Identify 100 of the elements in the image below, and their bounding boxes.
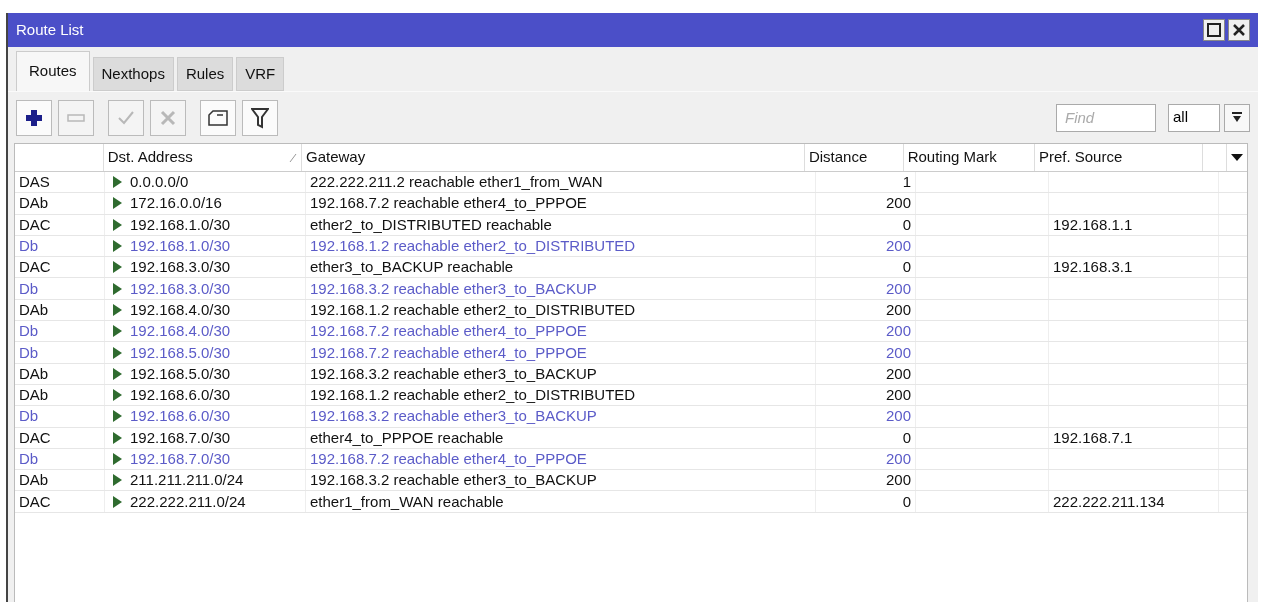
table-cell: 200 [885,193,911,214]
maximize-button[interactable] [1203,19,1225,41]
tab[interactable]: VRF [236,57,285,91]
table-cell: 1 [902,172,911,193]
minus-icon [67,113,85,122]
column-header[interactable]: Distance [804,144,904,171]
tab[interactable]: Rules [176,57,234,91]
expand-icon [113,389,122,402]
route-flags: DAS [19,172,50,193]
route-flags: Db [19,278,39,299]
column-header[interactable]: Routing Mark [903,144,1035,171]
table-row[interactable]: DAC 192.168.1.0/30 ether2_to_DISTRIBUTED reachable 0 192.168.1.1 [15,214,1247,236]
expand-icon [113,453,122,465]
collapse-icon [1231,111,1243,124]
expand-icon [113,240,122,253]
table-cell: 192.168.1.2 reachable ether2_to_DISTRIBUTED [310,299,636,320]
column-header[interactable]: Gateway [302,144,805,171]
maximize-icon [1207,23,1221,37]
plus-icon [25,108,43,127]
table-row[interactable]: DAb 192.168.4.0/30 192.168.1.2 reachable ether2_to_DISTRIBUTED 200 [15,299,1247,322]
table-cell: 0 [902,257,911,278]
table-cell: 192.168.3.2 reachable ether3_to_BACKUP [310,363,597,384]
find-field[interactable]: Find [1056,103,1156,132]
table-row[interactable]: DAb 192.168.5.0/30 192.168.3.2 reachable ether3_to_BACKUP 200 [15,363,1247,385]
table-cell: ether4_to_PPPOE reachable [310,427,504,448]
close-button[interactable] [1228,19,1250,41]
table-cell: 200 [885,321,911,342]
table-cell: 200 [885,406,911,427]
expand-icon [113,218,122,231]
table-cell: 211.211.211.0/24 [130,470,244,491]
table-cell: 192.168.1.0/30 [130,236,231,257]
table-row[interactable]: Db 192.168.5.0/30 192.168.7.2 reachable ether4_to_PPPOE 200 [15,342,1247,364]
table-cell: 200 [885,363,911,384]
toolbar-button[interactable] [242,99,278,136]
sort-icon [289,152,297,163]
table-cell: ether3_to_BACKUP reachable [310,257,514,278]
expand-icon [113,176,122,189]
tab[interactable]: Routes [16,51,90,91]
route-flags: Db [19,342,39,363]
toolbar-button[interactable] [200,99,236,136]
table-row[interactable]: Db 192.168.7.0/30 192.168.7.2 reachable ether4_to_PPPOE 200 [15,448,1247,471]
table-row[interactable]: DAb 211.211.211.0/24 192.168.3.2 reachable ether3_to_BACKUP 200 [15,470,1247,492]
expand-icon [113,431,122,444]
table-row[interactable]: Db 192.168.1.0/30 192.168.1.2 reachable ether2_to_DISTRIBUTED 200 [15,235,1247,258]
table-cell: 192.168.3.2 reachable ether3_to_BACKUP [310,278,597,299]
cross-icon [160,109,176,126]
route-flags: Db [19,449,39,469]
table-cell: 192.168.4.0/30 [130,299,231,320]
table-cell: 192.168.1.1 [1053,214,1133,235]
toolbar-button[interactable] [16,99,52,136]
table-cell: 192.168.3.2 reachable ether3_to_BACKUP [310,406,597,427]
route-flags: DAb [19,470,49,491]
table-cell: ether2_to_DISTRIBUTED reachable [310,214,552,235]
route-flags: DAb [19,363,49,384]
table-cell: 200 [885,470,911,491]
table-cell: 200 [885,299,911,320]
table-cell: 192.168.4.0/30 [130,321,231,342]
route-flags: DAb [19,385,49,406]
route-flags: DAC [19,257,51,278]
expand-icon [113,282,122,295]
table-row[interactable]: DAC 192.168.7.0/30 ether4_to_PPPOE reachable 0 192.168.7.1 [15,427,1247,449]
expand-icon [113,303,122,316]
table-row[interactable]: DAC 222.222.211.0/24 ether1_from_WAN reachable 0 222.222.211.134 [15,491,1247,513]
scope-field[interactable]: all [1168,103,1220,132]
expand-icon [113,346,122,359]
table-row[interactable]: DAb 172.16.0.0/16 192.168.7.2 reachable ether4_to_PPPOE 200 [15,193,1247,215]
table-cell: 192.168.7.2 reachable ether4_to_PPPOE [310,321,587,342]
route-flags: DAb [19,299,49,320]
table-cell: 0 [902,491,911,512]
expand-icon [113,474,122,487]
expand-icon [113,325,122,338]
table-cell: 192.168.7.0/30 [130,427,231,448]
expand-icon [113,261,122,274]
expand-icon [113,367,122,380]
table-cell: 192.168.3.0/30 [130,278,231,299]
table-row[interactable]: Db 192.168.6.0/30 192.168.3.2 reachable ether3_to_BACKUP 200 [15,406,1247,428]
table-row[interactable]: DAC 192.168.3.0/30 ether3_to_BACKUP reachable 0 192.168.3.1 [15,257,1247,279]
table-cell: 192.168.5.0/30 [130,363,231,384]
column-header[interactable]: Dst. Address [103,144,302,171]
table-row[interactable]: Db 192.168.4.0/30 192.168.7.2 reachable ether4_to_PPPOE 200 [15,321,1247,343]
dropdown-button[interactable] [1224,103,1250,132]
table-cell: 192.168.7.1 [1053,427,1133,448]
table-row[interactable]: DAS 0.0.0.0/0 222.222.211.2 reachable ether1_from_WAN 1 [15,172,1247,194]
table-row[interactable]: Db 192.168.3.0/30 192.168.3.2 reachable ether3_to_BACKUP 200 [15,278,1247,300]
table-cell: 192.168.5.0/30 [130,342,231,363]
filter-icon [251,106,269,129]
table-cell: 200 [885,236,911,257]
table-row[interactable]: DAb 192.168.6.0/30 192.168.1.2 reachable ether2_to_DISTRIBUTED 200 [15,384,1247,407]
table-cell: 192.168.6.0/30 [130,406,231,427]
table-cell: 192.168.7.2 reachable ether4_to_PPPOE [310,193,587,214]
checkmark-icon [117,109,135,126]
table-cell: 0.0.0.0/0 [130,172,189,193]
table-cell: 192.168.1.2 reachable ether2_to_DISTRIBUTED [310,385,636,406]
table-cell: 192.168.3.0/30 [130,257,231,278]
table-cell: ether1_from_WAN reachable [310,491,504,512]
table-cell: 200 [885,385,911,406]
column-header[interactable]: Pref. Source [1034,144,1203,171]
table-cell: 192.168.1.0/30 [130,214,231,235]
window-title: Route List [16,19,84,40]
tab[interactable]: Nexthops [92,57,174,91]
